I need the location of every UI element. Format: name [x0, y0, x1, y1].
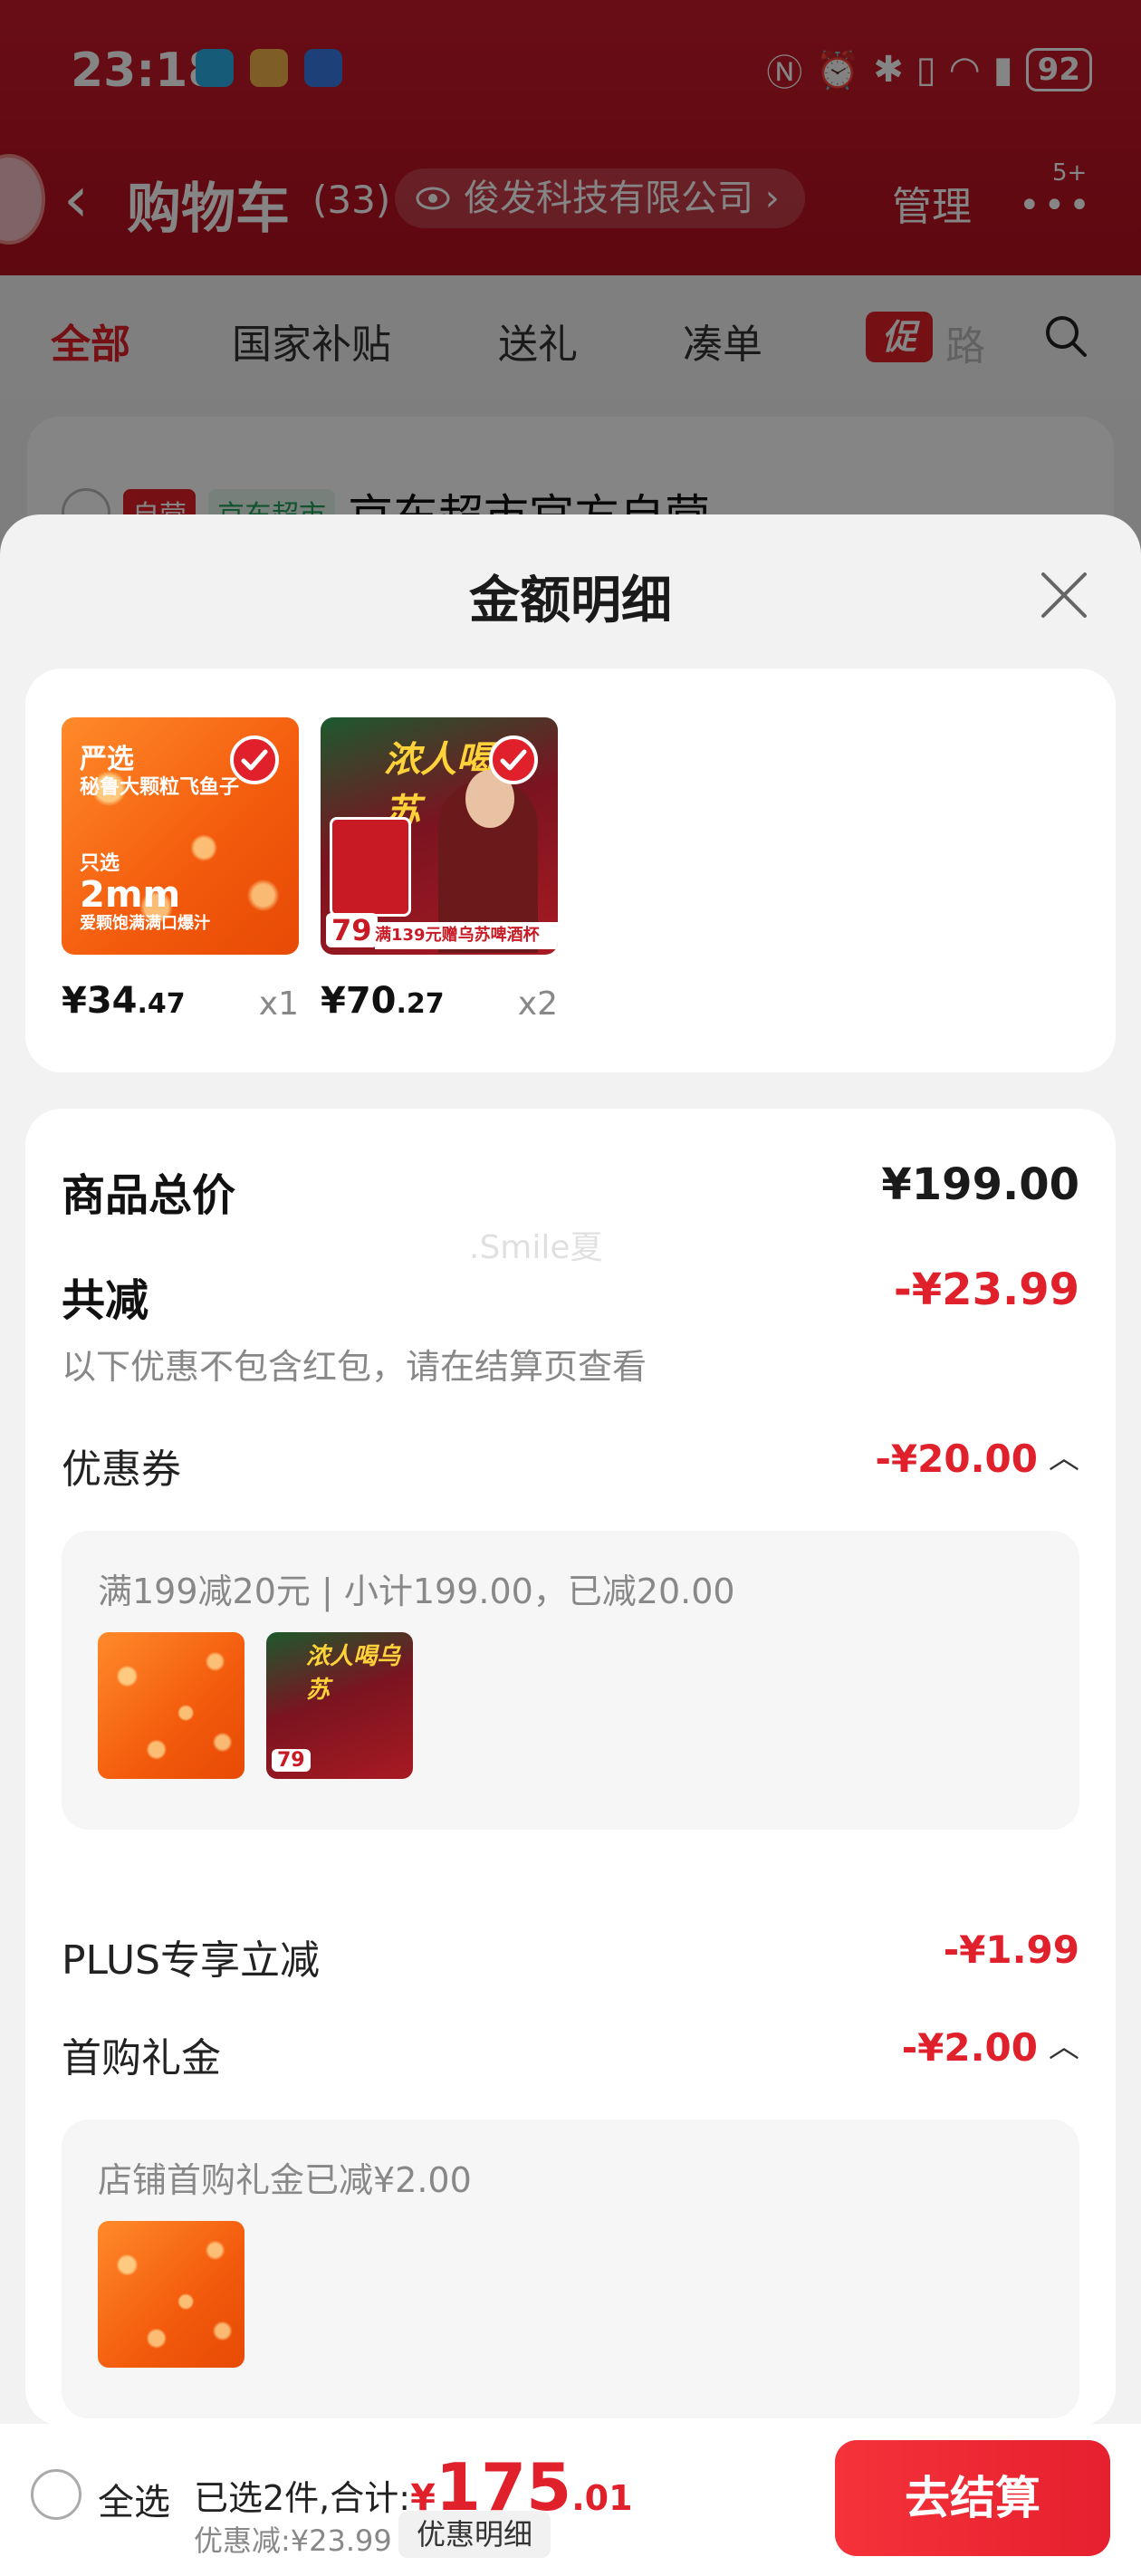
total-label: 商品总价	[62, 1170, 236, 1221]
selected-products: 严选 秘鲁大颗粒飞鱼子 只选 2mm 爱颗饱满满口爆汁 ¥34.47 x1 浓人…	[25, 668, 1116, 1072]
product-image: 浓人喝乌苏 79 满139元赠乌苏啤酒杯	[321, 717, 558, 955]
reduce-note: 以下优惠不包含红包，请在结算页查看	[62, 1347, 647, 1387]
sheet-title: 金额明细	[469, 572, 672, 630]
total-cents: .01	[571, 2478, 633, 2518]
product-item[interactable]: 严选 秘鲁大颗粒飞鱼子 只选 2mm 爱颗饱满满口爆汁 ¥34.47 x1	[62, 717, 299, 1023]
summary-prefix: 已选2件,合计:	[194, 2478, 411, 2518]
coupon-detail-box: 满199减20元 | 小计199.00，已减20.00 浓人喝乌苏 79	[62, 1531, 1079, 1830]
product-image-price: 79	[326, 913, 378, 947]
chevron-up-icon[interactable]: ︿	[1049, 1433, 1079, 1477]
saved-amount: 优惠减:¥23.99	[194, 2523, 392, 2558]
product-image-text: 爱颗饱满满口爆汁	[80, 914, 210, 933]
first-purchase-value: -¥2.00	[901, 2025, 1038, 2070]
thumbnail-text: 浓人喝乌苏	[306, 1643, 401, 1704]
product-price: ¥34.47	[62, 980, 186, 1022]
beer-can-graphic	[330, 817, 411, 917]
coupon-label: 优惠券	[62, 1447, 181, 1493]
chevron-up-icon[interactable]: ︿	[1049, 2022, 1079, 2066]
discount-detail-button[interactable]: 优惠明细	[398, 2511, 551, 2558]
first-purchase-value-wrap[interactable]: -¥2.00 ︿	[902, 2025, 1079, 2070]
first-purchase-detail-box: 店铺首购礼金已减¥2.00	[62, 2119, 1079, 2418]
product-thumbnail	[98, 1632, 244, 1779]
select-all-label[interactable]: 全选	[98, 2473, 170, 2525]
product-image-text: 只选	[80, 852, 120, 875]
watermark: .Smile夏	[469, 1229, 603, 1266]
price-breakdown: 商品总价 ¥199.00 .Smile夏 共减 -¥23.99 以下优惠不包含红…	[25, 1109, 1116, 2426]
total-value: ¥199.00	[881, 1159, 1079, 1210]
product-thumbnail: 浓人喝乌苏 79	[266, 1632, 413, 1779]
checkbox-checked-icon[interactable]	[230, 735, 279, 784]
product-quantity: x2	[517, 985, 558, 1023]
product-image-text: 严选	[80, 744, 134, 775]
product-thumbnail	[98, 2221, 244, 2368]
product-price: ¥70.27	[321, 980, 445, 1022]
coupon-detail: 满199减20元 | 小计199.00，已减20.00	[98, 1572, 735, 1611]
first-purchase-label: 首购礼金	[62, 2035, 221, 2081]
checkbox-checked-icon[interactable]	[489, 735, 538, 784]
checkout-bar: 全选 已选2件,合计:¥175.01 优惠减:¥23.99 优惠明细 去结算	[0, 2424, 1141, 2576]
select-all-radio[interactable]	[31, 2469, 82, 2520]
product-image: 严选 秘鲁大颗粒飞鱼子 只选 2mm 爱颗饱满满口爆汁	[62, 717, 299, 955]
plus-value: -¥1.99	[943, 1927, 1079, 1972]
product-image-text: 秘鲁大颗粒飞鱼子	[80, 776, 240, 799]
checkout-button[interactable]: 去结算	[835, 2440, 1110, 2556]
amount-detail-sheet: 金额明细 严选 秘鲁大颗粒飞鱼子 只选 2mm 爱颗饱满满口爆汁 ¥34.47 …	[0, 514, 1141, 2576]
coupon-value: -¥20.00	[875, 1437, 1038, 1481]
product-quantity: x1	[258, 985, 299, 1023]
thumbnail-price: 79	[272, 1749, 311, 1772]
product-image-text: 2mm	[80, 874, 181, 916]
reduce-label: 共减	[62, 1275, 149, 1326]
coupon-value-wrap[interactable]: -¥20.00 ︿	[875, 1437, 1079, 1481]
first-purchase-detail: 店铺首购礼金已减¥2.00	[98, 2160, 472, 2200]
reduce-value: -¥23.99	[893, 1264, 1079, 1315]
product-item[interactable]: 浓人喝乌苏 79 满139元赠乌苏啤酒杯 ¥70.27 x2	[321, 717, 558, 1023]
product-image-banner: 满139元赠乌苏啤酒杯	[375, 922, 558, 949]
plus-label: PLUS专享立减	[62, 1937, 320, 1984]
close-icon[interactable]	[1032, 563, 1096, 627]
